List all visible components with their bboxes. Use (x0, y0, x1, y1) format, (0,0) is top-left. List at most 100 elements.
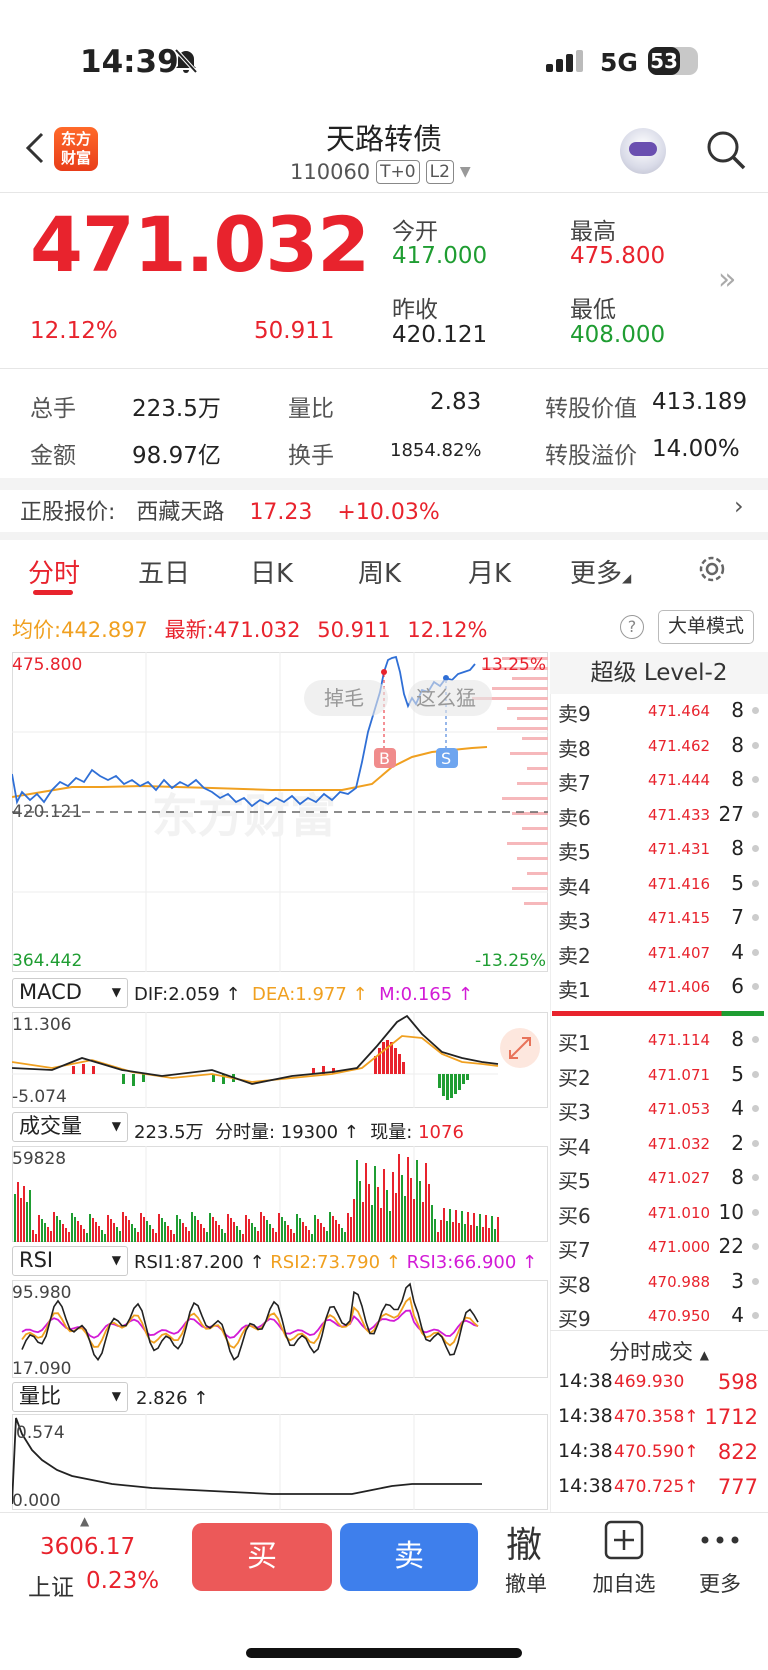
order-dot-icon (752, 1105, 759, 1112)
volume-bar (197, 1220, 199, 1242)
volume-bar (230, 1218, 232, 1242)
volume-ratio-selector[interactable]: 量比 ▼ (12, 1382, 128, 1412)
l2-badge: L2 (425, 160, 454, 184)
order-dot-icon (752, 1208, 759, 1216)
index-name[interactable]: 上证 (28, 1568, 74, 1602)
volume-bar (494, 1229, 496, 1242)
volume-bar (332, 1216, 334, 1242)
amount-label: 金额 (30, 443, 76, 469)
index-value[interactable]: 3606.17 (40, 1534, 135, 1560)
signal-icon (546, 50, 583, 72)
cancel-order-button[interactable]: 撤单 (496, 1568, 556, 1598)
index-up-icon: ▲ (80, 1514, 90, 1528)
settings-gear-icon[interactable] (696, 553, 728, 585)
tab-monthly-k[interactable]: 月K (468, 553, 511, 590)
add-watchlist-icon[interactable] (604, 1520, 644, 1560)
volume-bar (29, 1190, 31, 1242)
expand-quote-icon[interactable]: » (718, 262, 736, 297)
ask-volume: 8 (731, 698, 744, 722)
volume-bar (464, 1224, 466, 1242)
volume-bar (140, 1213, 142, 1242)
ask-label: 卖5 (558, 840, 591, 864)
bid-volume: 10 (718, 1199, 744, 1224)
volume-bar (35, 1234, 37, 1242)
security-code: 110060 (290, 160, 371, 184)
more-dots-icon[interactable] (700, 1534, 740, 1546)
volume-bar (263, 1216, 265, 1242)
volume-ratio-chart[interactable]: 0.574 0.000 (12, 1414, 548, 1510)
volume-bar (302, 1222, 304, 1242)
active-tab-indicator (33, 590, 73, 595)
buy-button[interactable]: 买 (192, 1523, 332, 1591)
volume-bar (308, 1230, 310, 1242)
turnover-value: 1854.82% (390, 440, 482, 461)
volume-bar (353, 1199, 355, 1242)
underlying-change: +10.03% (337, 500, 440, 525)
tab-daily-k[interactable]: 日K (250, 553, 293, 590)
volume-bar (233, 1222, 235, 1242)
volume-label: 总手 (30, 396, 76, 422)
dropdown-icon[interactable]: ▼ (460, 164, 471, 180)
volume-bar (74, 1217, 76, 1242)
sell-button[interactable]: 卖 (340, 1523, 478, 1591)
intraday-chart[interactable]: 东方财富 B S 掉毛 这么猛 475.800 420.121 364.442 … (12, 652, 548, 972)
rsi-values: RSI1:87.200 ↑ RSI2:73.790 ↑ RSI3:66.900 … (134, 1252, 538, 1273)
volume-chart[interactable]: 59828 (12, 1146, 548, 1242)
volume-bar (437, 1232, 439, 1242)
comment-bubble: 掉毛 (324, 686, 364, 710)
add-watchlist-button[interactable]: 加自选 (584, 1568, 664, 1598)
rsi-chart[interactable]: 95.980 17.090 (12, 1280, 548, 1378)
tab-five-day[interactable]: 五日 (138, 553, 190, 590)
big-order-mode-button[interactable]: 大单模式 (658, 610, 754, 644)
chart-top-pct: 13.25% (481, 655, 546, 675)
volume-bar (296, 1214, 298, 1242)
volume-bar (14, 1194, 16, 1242)
assistant-robot-icon[interactable] (620, 128, 666, 174)
security-code-row[interactable]: 110060 T+0 L2 ▼ (290, 160, 471, 184)
volume-bar (320, 1223, 322, 1242)
volume-bar (368, 1184, 370, 1242)
volume-bar (113, 1223, 115, 1242)
volume-bar (173, 1234, 175, 1242)
trades-title[interactable]: 分时成交 ▲ (550, 1336, 768, 1366)
volume-bar (305, 1226, 307, 1242)
volume-selector[interactable]: 成交量 ▼ (12, 1112, 128, 1142)
underlying-stock-row[interactable]: 正股报价: 西藏天路 17.23 +10.03% (20, 494, 440, 526)
rsi-selector[interactable]: RSI ▼ (12, 1246, 128, 1276)
ask-label: 卖2 (558, 943, 591, 968)
trade-volume: 598 (717, 1370, 758, 1394)
t0-badge: T+0 (376, 160, 420, 184)
volume-bar (53, 1212, 55, 1242)
level2-title[interactable]: 超级 Level-2 (550, 652, 768, 694)
cancel-order-icon[interactable]: 撤 (506, 1516, 542, 1568)
volume-bar (386, 1190, 388, 1242)
volume-bar (80, 1225, 82, 1242)
volume-bar (164, 1222, 166, 1242)
trade-price: 470.725↑ (614, 1477, 699, 1497)
help-icon[interactable]: ? (620, 615, 644, 639)
macd-chart[interactable]: 11.306 -5.074 (12, 1012, 548, 1108)
volume-bar (281, 1217, 283, 1242)
volume-bar (224, 1233, 226, 1242)
order-dot-icon (752, 983, 759, 990)
volume-bar (68, 1232, 70, 1242)
chevron-right-icon[interactable]: › (734, 492, 744, 520)
tab-more[interactable]: 更多◢ (570, 553, 631, 590)
volume-bar (455, 1210, 457, 1242)
home-indicator (246, 1648, 522, 1658)
volume-bar (323, 1227, 325, 1242)
tab-weekly-k[interactable]: 周K (358, 553, 401, 590)
low-label: 最低 (570, 297, 616, 323)
macd-selector[interactable]: MACD ▼ (12, 978, 128, 1008)
volume-bar (338, 1224, 340, 1242)
macd-values: DIF:2.059 ↑ DEA:1.977 ↑ M:0.165 ↑ (134, 984, 474, 1005)
battery-icon: 53 (648, 47, 698, 75)
volume-bar (146, 1221, 148, 1242)
volume-bar (176, 1215, 178, 1242)
index-change[interactable]: 0.23% (86, 1568, 159, 1594)
volume-bar (341, 1228, 343, 1242)
volume-bar (77, 1221, 79, 1242)
tab-intraday[interactable]: 分时 (28, 553, 80, 590)
search-icon[interactable] (704, 128, 748, 172)
more-button[interactable]: 更多 (690, 1568, 750, 1598)
